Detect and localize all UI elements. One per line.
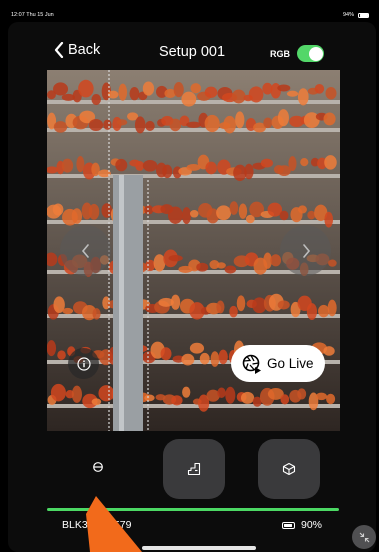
rgb-toggle[interactable]: [297, 45, 324, 62]
collapse-button[interactable]: [352, 525, 376, 549]
battery-percent: 90%: [301, 519, 323, 531]
level-mode-button[interactable]: [78, 447, 118, 487]
collapse-arrows-icon: [359, 532, 369, 542]
battery-icon: [358, 12, 369, 18]
floor-plan-mode-button[interactable]: [163, 439, 225, 499]
status-right: 94%: [343, 12, 369, 18]
device-battery: 90%: [282, 519, 322, 531]
header: Back Setup 001 RGB: [8, 22, 376, 70]
chevron-right-icon: [302, 243, 310, 258]
next-image-button[interactable]: [280, 225, 331, 276]
previous-image-button[interactable]: [60, 225, 111, 276]
rgb-label: RGB: [270, 49, 290, 59]
camera-shutter-play-icon: [242, 354, 261, 374]
status-bar: 12:07 Thu 15 Jun 94%: [0, 0, 379, 22]
setup-panel: Back Setup 001 RGB Go Live BLK36 90%: [8, 22, 376, 552]
go-live-button[interactable]: Go Live: [231, 345, 325, 382]
status-time: 12:07 Thu 15 Jun: [11, 12, 54, 18]
info-button[interactable]: [68, 348, 99, 379]
go-live-label: Go Live: [267, 356, 314, 371]
scan-mode-button[interactable]: [258, 439, 320, 499]
scan-cube-icon: [282, 462, 296, 476]
chevron-left-icon: [81, 243, 89, 258]
status-battery-percent: 94%: [342, 12, 354, 18]
pointer-arrow-icon: [86, 496, 142, 552]
home-indicator[interactable]: [142, 546, 256, 550]
toggle-knob: [308, 46, 323, 61]
floor-plan-icon: [187, 462, 201, 476]
level-bubble-icon: [93, 462, 103, 472]
battery-icon: [282, 521, 295, 529]
battery-fill: [284, 523, 293, 527]
info-icon: [76, 356, 91, 371]
